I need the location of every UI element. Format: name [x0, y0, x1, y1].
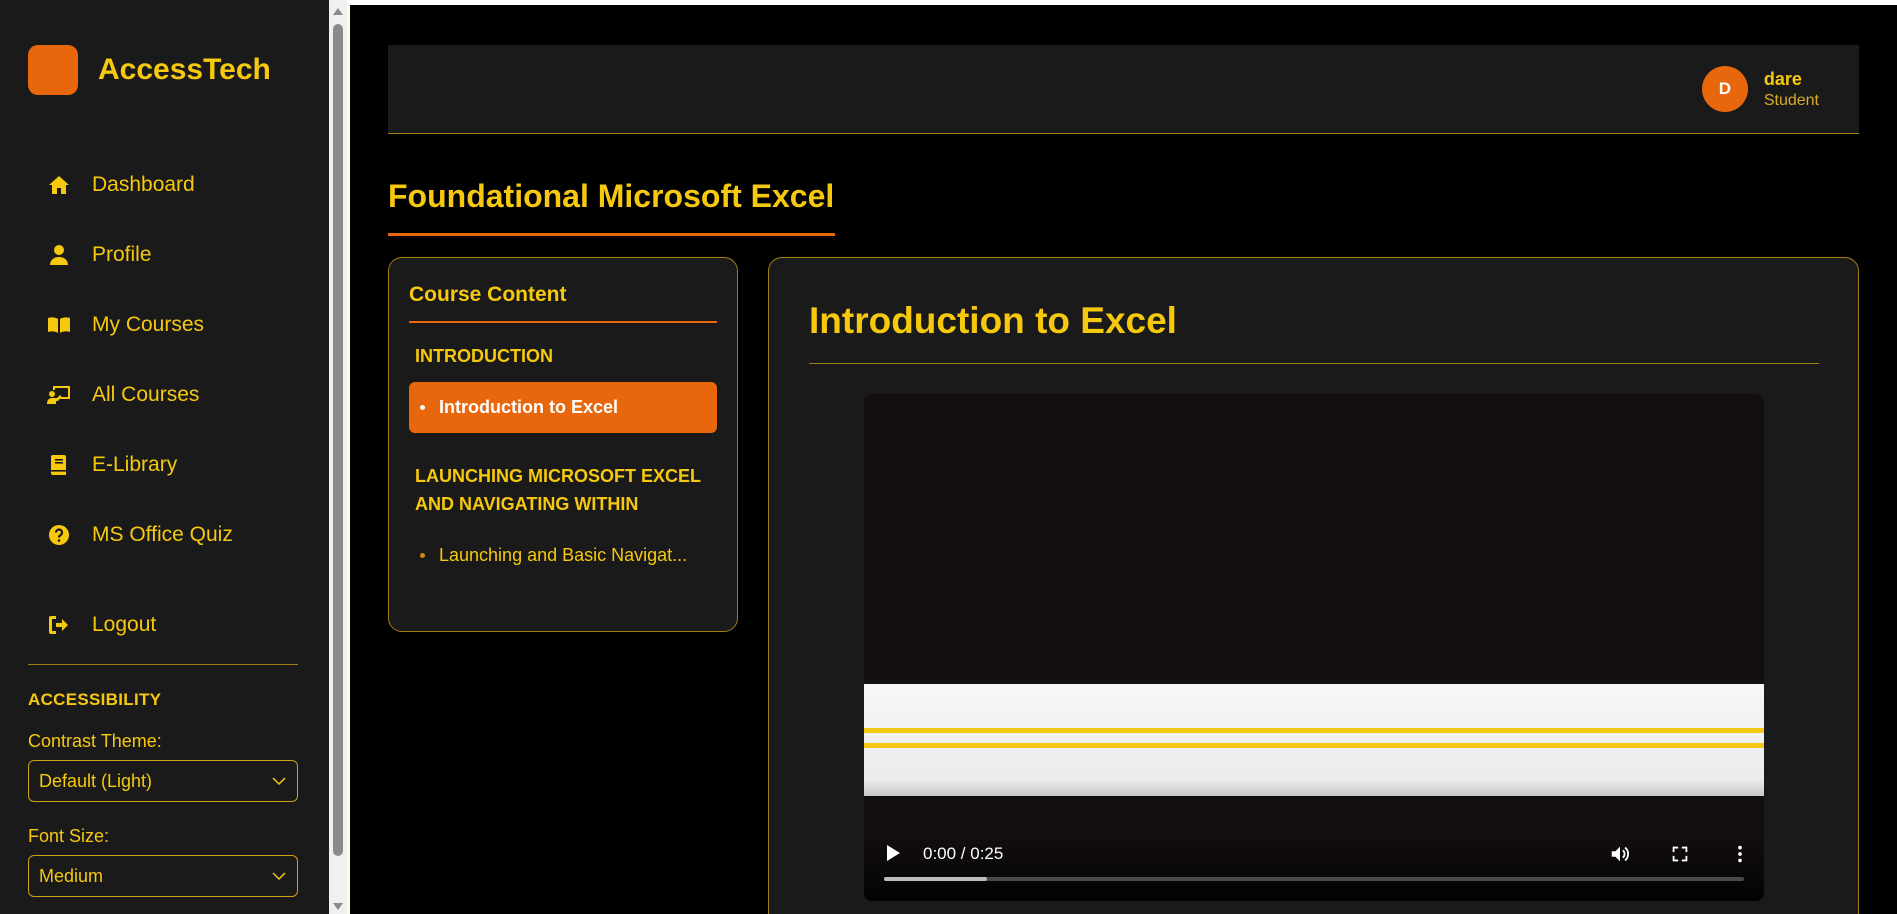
- scrollbar-thumb[interactable]: [333, 24, 343, 856]
- content-edge: [347, 0, 350, 914]
- video-progress-bar[interactable]: [884, 877, 1744, 881]
- sign-out-icon: [46, 612, 72, 638]
- sidebar-item-profile[interactable]: Profile: [28, 220, 298, 290]
- contrast-theme-value: Default (Light): [39, 770, 153, 791]
- user-role: Student: [1763, 91, 1819, 109]
- book-icon: [46, 452, 72, 478]
- user-name: dare: [1763, 68, 1802, 89]
- sidebar-item-all-courses[interactable]: All Courses: [28, 360, 298, 430]
- bullet-icon: [420, 553, 425, 558]
- fullscreen-icon[interactable]: [1669, 843, 1691, 865]
- lesson-item-launching-and-basic-navigation[interactable]: Launching and Basic Navigat...: [409, 530, 717, 581]
- video-frame-band: [864, 684, 1764, 796]
- font-size-select[interactable]: Medium: [28, 855, 298, 897]
- lesson-label: Introduction to Excel: [439, 397, 619, 417]
- top-border: [347, 0, 1897, 5]
- course-content-underline: [409, 321, 717, 323]
- video-stripe: [864, 728, 1764, 733]
- avatar: D: [1701, 66, 1748, 112]
- course-content-panel: Course Content INTRODUCTION Introduction…: [388, 257, 738, 632]
- title-underline: [388, 233, 835, 236]
- sidebar-item-label: MS Office Quiz: [92, 523, 233, 546]
- contrast-theme-select[interactable]: Default (Light): [28, 760, 298, 802]
- scroll-up-arrow-icon[interactable]: [333, 8, 343, 15]
- sidebar-item-label: Dashboard: [92, 173, 195, 196]
- play-icon[interactable]: [886, 845, 900, 861]
- volume-icon[interactable]: [1609, 843, 1631, 865]
- chalkboard-teacher-icon: [46, 382, 72, 408]
- sidebar-item-label: Profile: [92, 243, 152, 266]
- scroll-down-arrow-icon[interactable]: [333, 903, 343, 910]
- accessibility-heading: ACCESSIBILITY: [28, 690, 162, 709]
- video-player[interactable]: 0:00 / 0:25: [864, 394, 1764, 901]
- logout-section: Logout: [28, 590, 298, 660]
- sidebar-item-label: E-Library: [92, 453, 178, 476]
- section-title: LAUNCHING MICROSOFT EXCEL AND NAVIGATING…: [415, 466, 701, 514]
- sidebar-divider: [28, 664, 298, 665]
- sidebar-scrollbar[interactable]: [329, 0, 347, 914]
- sidebar-item-e-library[interactable]: E-Library: [28, 430, 298, 500]
- sidebar-item-ms-office-quiz[interactable]: MS Office Quiz: [28, 500, 298, 570]
- logo-icon: [28, 45, 78, 95]
- lesson-item-introduction-to-excel[interactable]: Introduction to Excel: [409, 382, 717, 433]
- brand-name: AccessTech: [98, 53, 271, 86]
- logout-label: Logout: [92, 613, 157, 636]
- bullet-icon: [420, 405, 425, 410]
- question-circle-icon: [46, 522, 72, 548]
- home-icon: [46, 172, 72, 198]
- section-title: INTRODUCTION: [415, 346, 553, 366]
- video-controls: 0:00 / 0:25: [864, 831, 1764, 901]
- video-progress-fill: [884, 877, 988, 881]
- brand-logo[interactable]: AccessTech: [28, 45, 271, 95]
- logout-button[interactable]: Logout: [28, 590, 298, 660]
- top-header: D dare Student: [388, 45, 1859, 134]
- lesson-panel: Introduction to Excel 0:00 / 0:25: [768, 257, 1859, 914]
- sidebar-item-my-courses[interactable]: My Courses: [28, 290, 298, 360]
- video-time: 0:00 / 0:25: [923, 844, 1004, 863]
- lesson-title: Introduction to Excel: [809, 300, 1177, 341]
- sidebar-item-label: My Courses: [92, 313, 205, 336]
- lesson-divider: [809, 363, 1819, 364]
- chevron-down-icon: [272, 777, 286, 786]
- app-root: AccessTech Dashboard Profile My Courses: [0, 0, 1897, 914]
- page-title: Foundational Microsoft Excel: [388, 178, 835, 214]
- user-info: dare Student: [1764, 69, 1819, 110]
- sidebar-nav: Dashboard Profile My Courses All Courses: [28, 150, 298, 570]
- video-stripe: [864, 743, 1764, 748]
- user-icon: [46, 242, 72, 268]
- book-open-icon: [46, 312, 72, 338]
- font-size-label: Font Size:: [28, 826, 110, 846]
- sidebar: AccessTech Dashboard Profile My Courses: [0, 0, 329, 914]
- chevron-down-icon: [272, 872, 286, 881]
- sidebar-item-label: All Courses: [92, 383, 200, 406]
- more-options-icon[interactable]: [1729, 843, 1751, 865]
- sidebar-item-dashboard[interactable]: Dashboard: [28, 150, 298, 220]
- course-content-title: Course Content: [409, 283, 567, 306]
- lesson-label: Launching and Basic Navigat...: [439, 545, 688, 565]
- font-size-value: Medium: [39, 865, 104, 886]
- contrast-theme-label: Contrast Theme:: [28, 731, 162, 751]
- user-menu[interactable]: D dare Student: [1701, 66, 1819, 112]
